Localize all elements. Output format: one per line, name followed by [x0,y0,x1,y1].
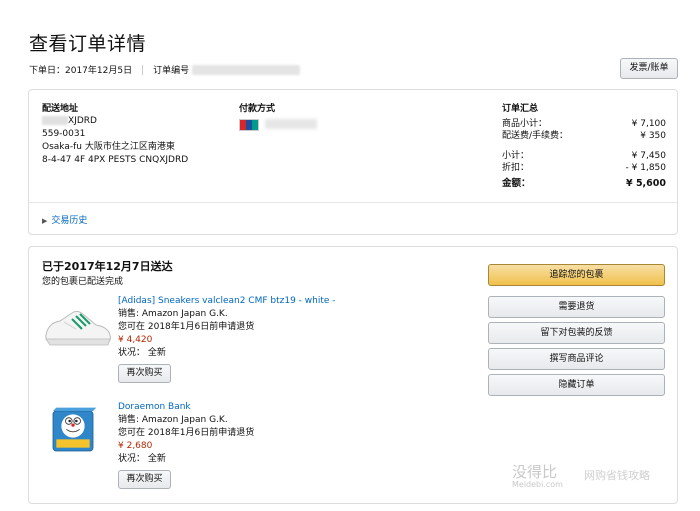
list-item: [Adidas] Sneakers valclean2 CMF btz19 - … [42,295,482,390]
packaging-feedback-button[interactable]: 留下对包装的反馈 [488,322,665,344]
delivery-sub: 您的包裹已配送完成 [42,277,124,287]
item-title-link[interactable]: Doraemon Bank [118,401,254,414]
order-meta: 下单日：2017年12月5日 订单编号 [29,63,301,76]
summary-row-value: - ¥ 1,850 [625,163,666,173]
item-return-note: 您可在 2018年1月6日前申请退货 [118,428,255,438]
item-info: [Adidas] Sneakers valclean2 CMF btz19 - … [118,295,336,383]
item-info: Doraemon Bank 销售: Amazon Japan G.K. 您可在 … [118,401,254,489]
item-condition: 状况： 全新 [118,348,166,358]
delivery-status: 已于2017年12月7日送达 [42,260,173,273]
divider [29,202,677,203]
summary-row: 折扣： - ¥ 1,850 [502,162,666,174]
order-number-label: 订单编号 [153,66,190,76]
summary-row-label: 折扣： [502,163,530,173]
summary-row-label: 金额： [502,178,531,189]
order-date: 下单日：2017年12月5日 [29,66,133,76]
summary-label: 订单汇总 [502,104,539,114]
item-seller: 销售: Amazon Japan G.K. [118,415,228,425]
summary-row: 商品小计： ¥ 7,100 [502,118,666,130]
address-line1: XJDRD [68,116,97,126]
item-title-link[interactable]: [Adidas] Sneakers valclean2 CMF btz19 - … [118,295,336,308]
payment-label: 付款方式 [239,104,276,114]
shipment-panel: 已于2017年12月7日送达 您的包裹已配送完成 [Adidas] Sneake… [28,246,678,504]
return-button[interactable]: 需要退货 [488,296,665,318]
sneaker-image[interactable] [42,295,114,355]
address-line3: Osaka-fu 大阪市住之江区南港東 [42,142,175,152]
order-summary: 订单汇总 商品小计： ¥ 7,100 配送费/手续费： ¥ 350 小计： ¥ 7,4… [502,101,666,190]
watermark-domain: Meidebi.com [512,480,563,489]
address-line2: 559-0031 [42,129,86,139]
track-package-button[interactable]: 追踪您的包裹 [488,264,665,286]
divider [142,64,144,75]
watermark-logo: 没得比 Meidebi.com [512,461,563,489]
hide-order-button[interactable]: 隐藏订单 [488,374,665,396]
summary-row-value: ¥ 350 [640,131,666,141]
address-line4: 8-4-47 4F 4PX PESTS CNQXJDRD [42,155,189,165]
order-info-panel: 配送地址 XJDRD 559-0031 Osaka-fu 大阪市住之江区南港東 … [28,89,678,235]
buy-again-button[interactable]: 再次购买 [118,364,171,383]
doraemon-bank-image[interactable] [48,401,108,461]
transaction-history-link[interactable]: ▶ 交易历史 [42,213,87,226]
watermark-tagline: 网购省钱攻略 [584,469,650,482]
buy-again-button[interactable]: 再次购买 [118,470,171,489]
shipping-label: 配送地址 [42,104,79,114]
summary-row: 小计： ¥ 7,450 [502,150,666,162]
shipping-address: XJDRD 559-0031 Osaka-fu 大阪市住之江区南港東 8-4-4… [42,115,188,167]
summary-row-label: 小计： [502,151,530,161]
write-review-button[interactable]: 撰写商品评论 [488,348,665,370]
item-price: ¥ 4,420 [118,335,153,345]
summary-row-label: 商品小计： [502,119,548,129]
invoice-button[interactable]: 发票/账单 [620,58,678,79]
summary-row: 配送费/手续费： ¥ 350 [502,130,666,142]
order-number-redacted [192,64,301,75]
item-price: ¥ 2,680 [118,441,153,451]
order-actions: 追踪您的包裹 需要退货 留下对包装的反馈 撰写商品评论 隐藏订单 [488,264,665,400]
caret-right-icon: ▶ [42,217,48,225]
summary-row-label: 配送费/手续费： [502,131,569,141]
item-condition: 状况： 全新 [118,454,166,464]
watermark-brand: 没得比 [512,463,558,481]
summary-total-row: 金额： ¥ 5,600 [502,178,666,190]
unionpay-card-icon [239,119,259,131]
list-item: Doraemon Bank 销售: Amazon Japan G.K. 您可在 … [42,401,482,496]
card-number-redacted [265,119,317,129]
item-return-note: 您可在 2018年1月6日前申请退货 [118,322,255,332]
summary-row-value: ¥ 5,600 [626,178,666,189]
item-seller: 销售: Amazon Japan G.K. [118,309,228,319]
name-redacted [42,116,68,125]
page-title: 查看订单详情 [29,33,147,55]
summary-row-value: ¥ 7,450 [631,151,666,161]
history-link-label: 交易历史 [51,216,88,226]
summary-row-value: ¥ 7,100 [631,119,666,129]
